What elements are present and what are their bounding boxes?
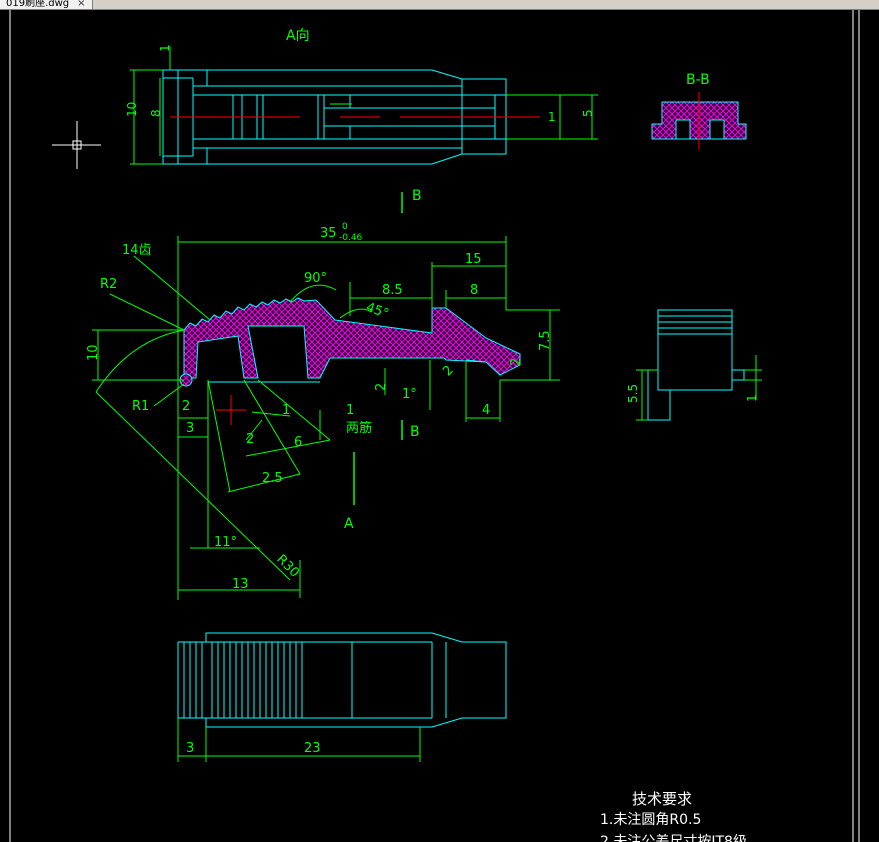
side-view-dimensions: [636, 355, 762, 421]
dim-2e: 2: [509, 358, 524, 366]
dim-r1: R1: [132, 399, 149, 414]
dim-3: 3: [186, 421, 194, 436]
drawing-canvas[interactable]: A向 10 8 1 1 5 B-B B B A 35 0 -0.46 14齿 R…: [0, 10, 879, 842]
bottom-dim-3: 3: [186, 741, 194, 756]
dim-ang-1: 1°: [402, 387, 417, 402]
view-a-dimensions: [130, 46, 598, 165]
dim-ang-90: 90°: [304, 271, 327, 286]
document-tab-bar: 019刷座.dwg ×: [0, 0, 879, 10]
dim-2d: 2: [440, 363, 456, 379]
section-bb: [651, 92, 747, 150]
dim-2b: 2: [246, 432, 254, 447]
dim-1c: 1: [282, 403, 290, 418]
notes-title: 技术要求: [632, 790, 692, 808]
dim-10: 10: [86, 344, 101, 361]
dim-top-5: 5: [581, 109, 595, 117]
dim-2c: 2: [374, 383, 389, 391]
dim-ang-45: 45°: [364, 300, 391, 322]
bottom-dim-23: 23: [304, 741, 321, 756]
bottom-view-dimensions: [177, 718, 421, 762]
dim-13: 13: [232, 577, 249, 592]
cut-b-bottom-label: B: [410, 424, 420, 440]
dim-r30: R30: [273, 552, 302, 581]
notes-line2: 2.未注公差尺寸按IT8级: [600, 834, 747, 842]
cut-b-top-label: B: [412, 188, 422, 204]
cut-a-label: A: [344, 516, 354, 532]
dim-top-8: 8: [149, 109, 163, 117]
dim-1d: 1: [346, 403, 354, 418]
dim-2a: 2: [182, 399, 190, 414]
side-view: [647, 309, 745, 421]
close-icon[interactable]: ×: [77, 0, 85, 9]
dim-tol-lower: -0.46: [339, 233, 363, 243]
ribs-label: 两筋: [346, 420, 372, 436]
dim-teeth: 14齿: [122, 243, 152, 258]
dim-8-5: 8.5: [382, 283, 403, 298]
dim-7-5: 7.5: [538, 330, 553, 351]
main-centerline: [216, 395, 246, 425]
side-dim-1: 1: [745, 394, 759, 402]
document-tab[interactable]: 019刷座.dwg ×: [0, 0, 93, 9]
dim-8: 8: [470, 283, 478, 298]
tab-title: 019刷座.dwg: [6, 0, 70, 9]
dim-tol-upper: 0: [342, 222, 348, 232]
dim-top-10: 10: [125, 102, 139, 117]
dim-4: 4: [482, 403, 490, 418]
crosshair-cursor-icon: [52, 121, 101, 169]
section-bb-label: B-B: [686, 72, 710, 88]
main-dim-text: 35 0 -0.46 14齿 R2 R1 R30 90° 45° 1° 11° …: [86, 222, 553, 592]
dim-r2: R2: [100, 277, 117, 292]
dim-2-5: 2.5: [262, 471, 283, 486]
bottom-view: [177, 632, 507, 728]
dim-6: 6: [294, 435, 302, 450]
dim-overall-35: 35: [320, 226, 337, 241]
notes-line1: 1.未注圆角R0.5: [600, 812, 701, 828]
side-dim-5-5: 5.5: [626, 384, 640, 403]
dim-ang-11: 11°: [214, 535, 237, 550]
dim-top-1b: 1: [548, 110, 556, 124]
a-view-label: A向: [286, 28, 310, 44]
dim-15: 15: [465, 252, 482, 267]
main-dimensions: [92, 236, 560, 600]
dim-top-1a: 1: [158, 44, 172, 52]
